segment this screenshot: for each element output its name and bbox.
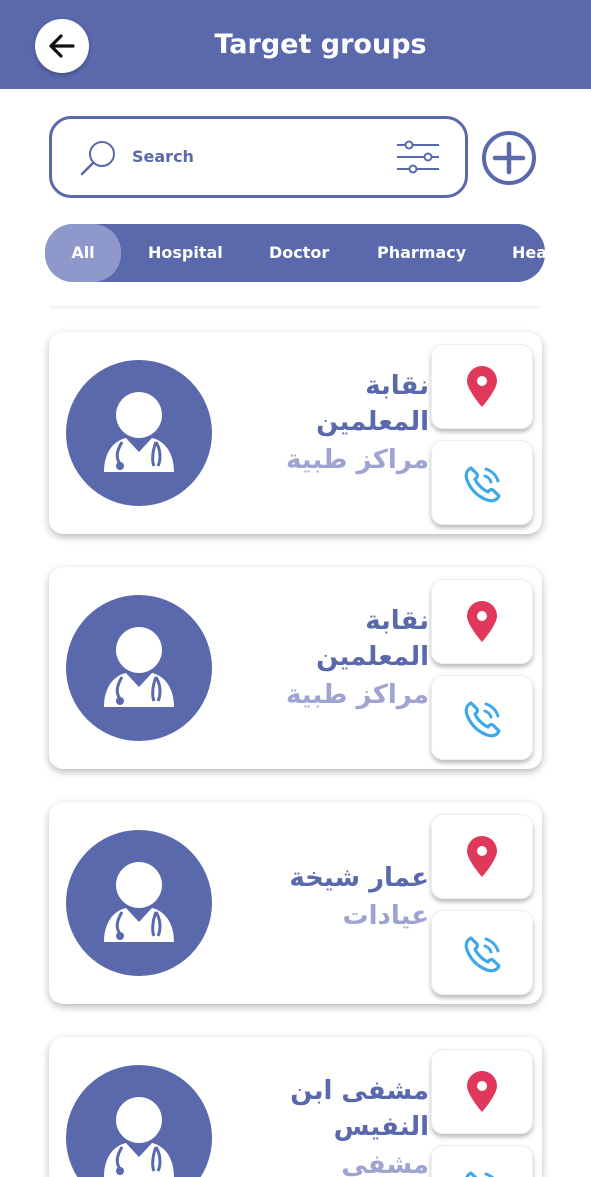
list-item-name: عمار شيخة	[289, 863, 429, 893]
list-item-info: نقابة المعلمين مراكز طبية	[229, 603, 429, 715]
filter-chip-health[interactable]: Hea	[512, 224, 545, 282]
doctor-icon	[104, 392, 174, 472]
app-header: Target groups	[0, 0, 591, 89]
category-filter-bar: All Hospital Doctor Pharmacy Hea	[45, 224, 545, 282]
location-button[interactable]	[431, 814, 533, 899]
doctor-icon	[104, 1097, 174, 1177]
call-button[interactable]	[431, 910, 533, 995]
list-item-category: عيادات	[342, 901, 429, 931]
list-item-category: مشفى	[341, 1150, 429, 1177]
location-button[interactable]	[431, 1049, 533, 1134]
list-item[interactable]: مشفى ابن النفيس مشفى	[49, 1037, 542, 1177]
phone-call-icon	[464, 935, 501, 972]
phone-call-icon	[464, 700, 501, 737]
search-icon	[80, 141, 115, 176]
location-pin-icon	[467, 835, 497, 877]
location-pin-icon	[467, 600, 497, 642]
search-box[interactable]: Search	[49, 116, 468, 198]
avatar	[66, 1065, 212, 1177]
doctor-icon	[104, 862, 174, 942]
filter-sliders-icon[interactable]	[395, 139, 441, 175]
avatar	[66, 360, 212, 506]
list-item-info: عمار شيخة عيادات	[229, 860, 429, 936]
call-button[interactable]	[431, 440, 533, 525]
back-button[interactable]	[35, 19, 89, 73]
avatar	[66, 830, 212, 976]
call-button[interactable]	[431, 675, 533, 760]
list-item[interactable]: عمار شيخة عيادات	[49, 802, 542, 1004]
filter-chip-doctor[interactable]: Doctor	[269, 224, 329, 282]
list-item-category: مراكز طبية	[285, 680, 429, 710]
list-item[interactable]: نقابة المعلمين مراكز طبية	[49, 567, 542, 769]
list-item-name: مشفى ابن	[290, 1076, 429, 1106]
call-button[interactable]	[431, 1145, 533, 1177]
list-item-name: نقابة	[365, 606, 429, 636]
list-item-name-line2: المعلمين	[316, 407, 429, 437]
filter-chip-all[interactable]: All	[45, 224, 121, 282]
arrow-left-icon	[49, 34, 75, 58]
location-button[interactable]	[431, 344, 533, 429]
list-item-name: نقابة	[365, 371, 429, 401]
location-pin-icon	[467, 1070, 497, 1112]
avatar	[66, 595, 212, 741]
phone-call-icon	[465, 1170, 495, 1177]
list-item[interactable]: نقابة المعلمين مراكز طبية	[49, 332, 542, 534]
phone-call-icon	[464, 465, 501, 502]
list-item-name-line2: النفيس	[333, 1112, 429, 1142]
location-button[interactable]	[431, 579, 533, 664]
filter-chip-pharmacy[interactable]: Pharmacy	[377, 224, 466, 282]
list-item-category: مراكز طبية	[285, 445, 429, 475]
list-item-info: نقابة المعلمين مراكز طبية	[229, 368, 429, 480]
filter-chip-hospital[interactable]: Hospital	[148, 224, 223, 282]
location-pin-icon	[467, 365, 497, 407]
add-button-plus-icon[interactable]	[481, 130, 537, 186]
list-divider	[50, 306, 540, 310]
list-item-info: مشفى ابن النفيس مشفى	[229, 1073, 429, 1177]
search-input[interactable]: Search	[132, 119, 194, 195]
list-item-name-line2: المعلمين	[316, 642, 429, 672]
doctor-icon	[104, 627, 174, 707]
